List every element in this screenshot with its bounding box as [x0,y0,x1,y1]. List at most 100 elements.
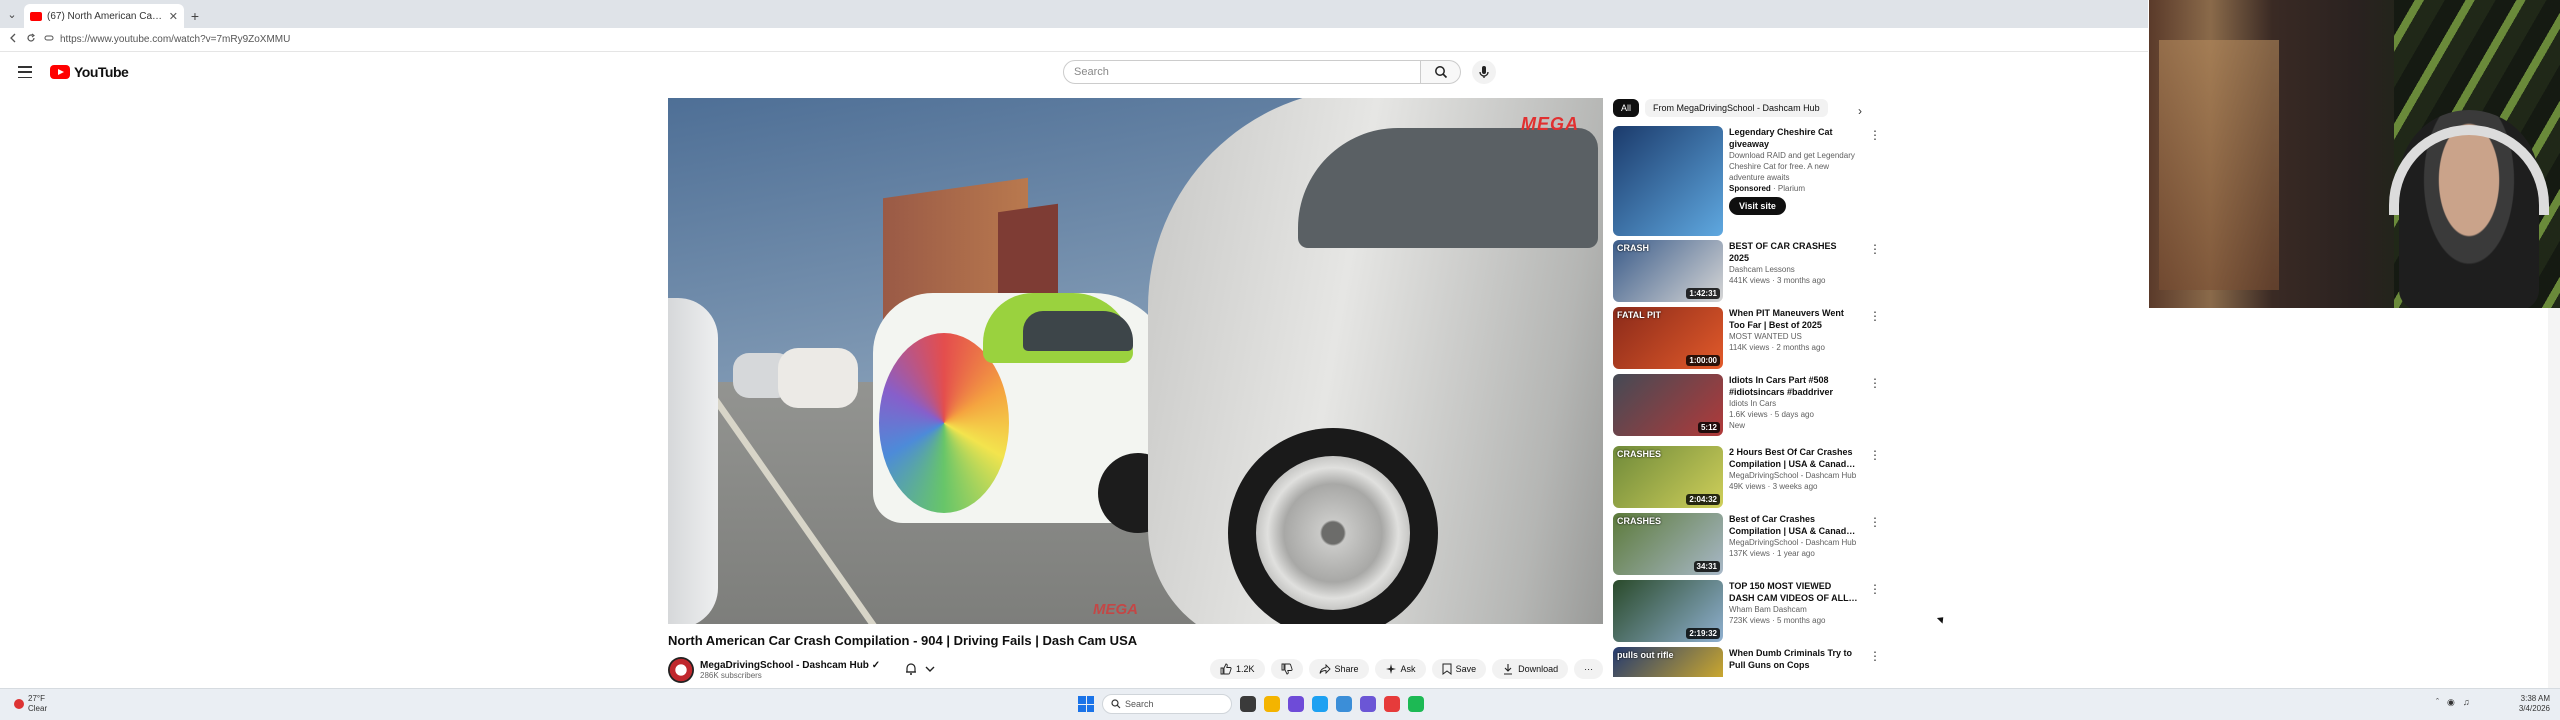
menu-icon[interactable] [18,66,32,78]
tab-title: (67) North American Car Crash C [47,10,164,22]
like-count: 1.2K [1236,664,1255,674]
rec-thumbnail[interactable]: 1:00:00 FATAL PIT [1613,307,1723,369]
rec-channel: Dashcam Lessons [1729,265,1795,274]
weather-widget[interactable]: 27°F Clear [14,694,47,714]
thumbnail-caption: CRASH [1617,243,1650,253]
chip-all[interactable]: All [1613,99,1640,117]
bell-icon [906,663,916,675]
file-explorer-icon[interactable] [1264,696,1280,712]
dislike-button[interactable] [1270,659,1303,679]
taxi-window [1023,311,1133,351]
rec-title: When Dumb Criminals Try to Pull Guns on … [1729,648,1853,670]
url-text: https://www.youtube.com/watch?v=7mRy9ZoX… [60,34,291,45]
new-tab-button[interactable]: + [184,4,206,28]
page-scrollbar[interactable] [2548,308,2560,688]
like-button[interactable]: 1.2K [1210,659,1265,679]
sponsored-label: Sponsored [1729,184,1771,193]
more-vert-icon[interactable]: ⋮ [1869,515,1881,529]
share-label: Share [1334,664,1359,674]
more-vert-icon[interactable]: ⋮ [1869,242,1881,256]
video-player[interactable]: MEGA MEGA [668,98,1603,624]
tab-close-icon[interactable]: ✕ [169,10,178,23]
duration-badge: 1:42:31 [1686,288,1720,299]
browser-tab[interactable]: (67) North American Car Crash C ✕ [24,4,184,28]
list-item[interactable]: 1:00:00 FATAL PIT When PIT Maneuvers Went… [1613,307,1881,374]
rec-stats: 137K views · 1 year ago [1729,549,1815,558]
suv-window [1298,128,1598,248]
share-button[interactable]: Share [1308,659,1369,679]
duration-badge: 2:04:32 [1686,494,1720,505]
list-item[interactable]: 1:42:31 CRASH BEST OF CAR CRASHES 2025 Da… [1613,240,1881,307]
ask-button[interactable]: Ask [1374,659,1426,679]
rec-thumbnail[interactable]: pulls out rifle [1613,647,1723,677]
more-vert-icon[interactable]: ⋮ [1869,448,1881,462]
rec-title: BEST OF CAR CRASHES 2025 [1729,241,1837,263]
back-icon[interactable] [8,33,18,46]
more-vert-icon[interactable]: ⋮ [1869,582,1881,596]
youtube-logo[interactable]: YouTube [50,64,129,80]
spotify-icon[interactable] [1408,696,1424,712]
app-icon[interactable] [1336,696,1352,712]
rec-thumbnail[interactable]: 1:42:31 CRASH [1613,240,1723,302]
list-item[interactable]: 2:04:32 CRASHES 2 Hours Best Of Car Crash… [1613,446,1881,513]
webcam-overlay [2149,0,2560,308]
app-icon[interactable] [1288,696,1304,712]
rec-thumbnail[interactable]: 2:04:32 CRASHES [1613,446,1723,508]
list-item[interactable]: 5:12 Idiots In Cars Part #508 #idiotsinc… [1613,374,1881,446]
video-scene-car [668,298,718,624]
download-button[interactable]: Download [1492,659,1569,679]
watermark-bottom: MEGA [1093,601,1138,618]
rec-title: TOP 150 MOST VIEWED DASH CAM VIDEOS OF A… [1729,581,1849,603]
system-clock[interactable]: 3:38 AM 3/4/2026 [2500,694,2550,714]
more-vert-icon[interactable]: ⋮ [1869,376,1881,390]
rec-title: Idiots In Cars Part #508 #idiotsincars #… [1729,375,1834,397]
rec-thumbnail[interactable]: 5:12 [1613,374,1723,436]
sparkle-icon [1385,664,1396,674]
visit-site-button[interactable]: Visit site [1729,197,1786,215]
voice-search-button[interactable] [1472,60,1496,84]
thumbnail-caption: CRASHES [1617,449,1662,459]
chrome-icon[interactable] [1384,696,1400,712]
save-button[interactable]: Save [1431,659,1487,679]
recommendations-list: Legendary Cheshire Cat giveaway Download… [1613,126,1881,677]
rec-channel: MegaDrivingSchool - Dashcam Hub [1729,538,1857,547]
rec-thumbnail[interactable]: 2:19:32 [1613,580,1723,642]
windows-start-icon[interactable] [1078,696,1094,712]
chip-from-channel[interactable]: From MegaDrivingSchool - Dashcam Hub [1645,99,1828,117]
rec-description: Download RAID and get Legendary Cheshire… [1729,151,1855,182]
video-title: North American Car Crash Compilation - 9… [668,633,1138,648]
url-field[interactable]: https://www.youtube.com/watch?v=7mRy9ZoX… [44,33,290,46]
more-vert-icon[interactable]: ⋮ [1869,128,1881,142]
rec-stats: 723K views · 5 months ago [1729,616,1826,625]
network-icon[interactable]: ◉ [2447,697,2455,708]
channel-name[interactable]: MegaDrivingSchool - Dashcam Hub [700,660,869,671]
task-view-icon[interactable] [1240,696,1256,712]
list-item[interactable]: 34:31 CRASHES Best of Car Crashes Compila… [1613,513,1881,580]
chevron-right-icon[interactable]: › [1858,104,1862,118]
duration-badge: 2:19:32 [1686,628,1720,639]
sponsored-item[interactable]: Legendary Cheshire Cat giveaway Download… [1613,126,1881,240]
volume-icon[interactable]: ♫ [2463,697,2470,708]
filter-chips: All From MegaDrivingSchool - Dashcam Hub [1613,99,1828,117]
tab-list-chevron-icon[interactable]: ⌄ [0,0,24,28]
list-item[interactable]: pulls out rifle When Dumb Criminals Try … [1613,647,1881,677]
list-item[interactable]: 2:19:32 TOP 150 MOST VIEWED DASH CAM VID… [1613,580,1881,647]
app-icon[interactable] [1360,696,1376,712]
edge-icon[interactable] [1312,696,1328,712]
search-input[interactable]: Search [1063,60,1421,84]
subscription-toggle[interactable] [905,662,935,675]
rec-thumbnail[interactable]: 34:31 CRASHES [1613,513,1723,575]
reload-icon[interactable] [26,33,36,46]
channel-avatar[interactable] [668,657,694,683]
more-actions-button[interactable]: ··· [1574,659,1604,679]
chevron-up-icon[interactable]: ˆ [2436,697,2439,708]
rec-channel: Idiots In Cars [1729,399,1777,408]
more-vert-icon[interactable]: ⋮ [1869,649,1881,663]
taskbar-search[interactable]: Search [1102,694,1232,714]
site-info-icon[interactable] [44,33,54,46]
more-vert-icon[interactable]: ⋮ [1869,309,1881,323]
search-button[interactable] [1421,60,1461,84]
ask-label: Ask [1400,664,1416,674]
clock-date: 3/4/2026 [2518,704,2550,713]
rec-thumbnail[interactable] [1613,126,1723,236]
